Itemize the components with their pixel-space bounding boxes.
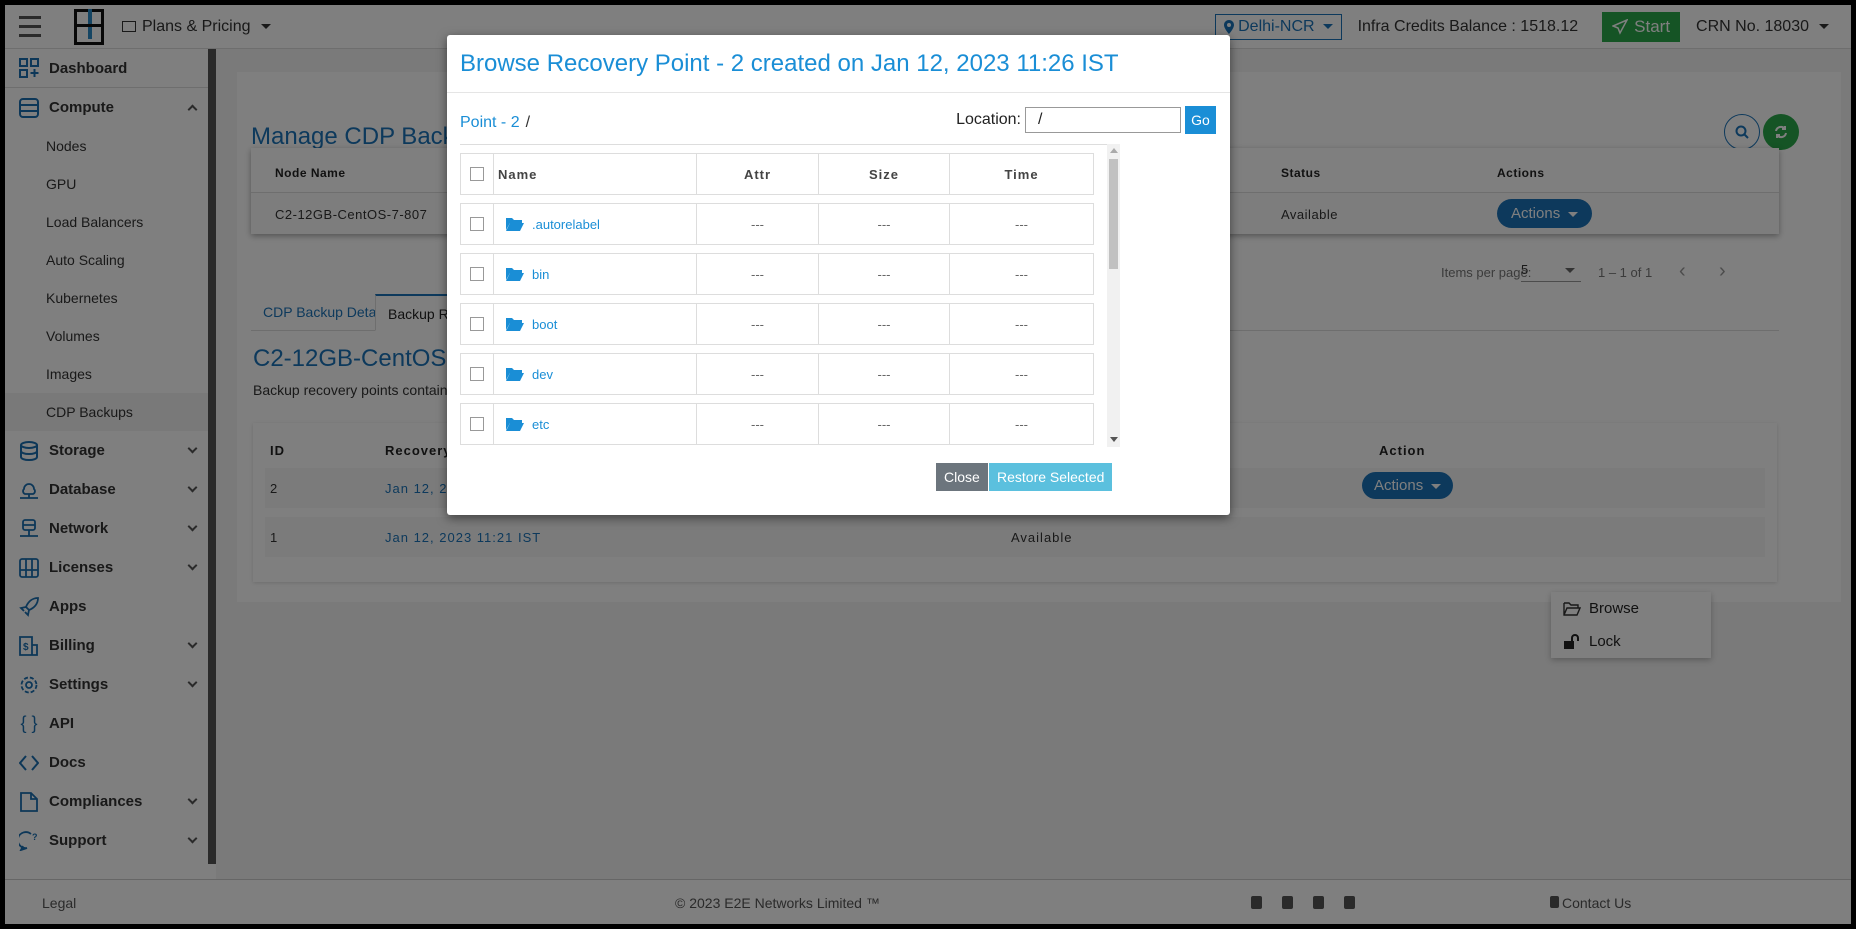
row-checkbox[interactable]: [470, 367, 484, 381]
restore-selected-button[interactable]: Restore Selected: [989, 463, 1113, 491]
row-select-cell: [460, 354, 494, 394]
folder-link[interactable]: etc: [532, 417, 549, 432]
breadcrumb-separator: /: [525, 114, 531, 131]
row-select-cell: [460, 304, 494, 344]
location-input[interactable]: [1025, 107, 1181, 133]
folder-link[interactable]: .autorelabel: [532, 217, 600, 232]
folder-link[interactable]: dev: [532, 367, 553, 382]
folder-link[interactable]: boot: [532, 317, 557, 332]
row-select-cell: [460, 254, 494, 294]
breadcrumb-point-link[interactable]: Point - 2: [460, 114, 520, 131]
row-checkbox[interactable]: [470, 267, 484, 281]
attr-cell: ---: [697, 204, 819, 244]
time-cell: ---: [950, 354, 1094, 394]
select-all-checkbox[interactable]: [470, 167, 484, 181]
file-table-scrollbar[interactable]: [1107, 144, 1120, 447]
size-cell: ---: [819, 254, 950, 294]
scroll-thumb[interactable]: [1109, 159, 1118, 269]
folder-open-icon: [506, 318, 524, 331]
th-time[interactable]: Time: [950, 154, 1094, 194]
name-cell: bin: [494, 254, 697, 294]
folder-open-icon: [506, 218, 524, 231]
file-row[interactable]: boot --- --- ---: [460, 303, 1094, 345]
file-table-header: Name Attr Size Time: [460, 153, 1094, 195]
attr-cell: ---: [697, 354, 819, 394]
file-row[interactable]: .autorelabel --- --- ---: [460, 203, 1094, 245]
location-label: Location:: [956, 111, 1021, 128]
time-cell: ---: [950, 254, 1094, 294]
folder-open-icon: [506, 268, 524, 281]
time-cell: ---: [950, 404, 1094, 444]
time-cell: ---: [950, 304, 1094, 344]
file-row[interactable]: bin --- --- ---: [460, 253, 1094, 295]
row-select-cell: [460, 404, 494, 444]
name-cell: .autorelabel: [494, 204, 697, 244]
row-checkbox[interactable]: [470, 217, 484, 231]
file-row[interactable]: etc --- --- ---: [460, 403, 1094, 445]
attr-cell: ---: [697, 254, 819, 294]
folder-open-icon: [506, 418, 524, 431]
close-button[interactable]: Close: [936, 463, 988, 491]
th-size[interactable]: Size: [819, 154, 950, 194]
folder-link[interactable]: bin: [532, 267, 549, 282]
app-window: Plans & Pricing Delhi-NCR Infra Credits …: [5, 5, 1851, 924]
scroll-down-icon[interactable]: [1110, 437, 1118, 442]
modal-title: Browse Recovery Point - 2 created on Jan…: [447, 35, 1230, 93]
attr-cell: ---: [697, 304, 819, 344]
breadcrumb: Point - 2 /: [460, 114, 530, 132]
scroll-up-icon[interactable]: [1110, 148, 1118, 153]
file-table: Name Attr Size Time .autorelabel --- --- --…: [460, 144, 1107, 447]
attr-cell: ---: [697, 404, 819, 444]
row-select-cell: [460, 204, 494, 244]
th-name[interactable]: Name: [494, 154, 697, 194]
go-button[interactable]: Go: [1185, 106, 1216, 134]
th-attr[interactable]: Attr: [697, 154, 819, 194]
file-row[interactable]: dev --- --- ---: [460, 353, 1094, 395]
browse-recovery-modal: Browse Recovery Point - 2 created on Jan…: [447, 35, 1230, 515]
row-checkbox[interactable]: [470, 317, 484, 331]
size-cell: ---: [819, 304, 950, 344]
time-cell: ---: [950, 204, 1094, 244]
size-cell: ---: [819, 354, 950, 394]
name-cell: etc: [494, 404, 697, 444]
folder-open-icon: [506, 368, 524, 381]
select-all-cell: [460, 154, 494, 194]
name-cell: boot: [494, 304, 697, 344]
row-checkbox[interactable]: [470, 417, 484, 431]
name-cell: dev: [494, 354, 697, 394]
size-cell: ---: [819, 404, 950, 444]
size-cell: ---: [819, 204, 950, 244]
location-bar: Location: Go: [956, 106, 1216, 134]
